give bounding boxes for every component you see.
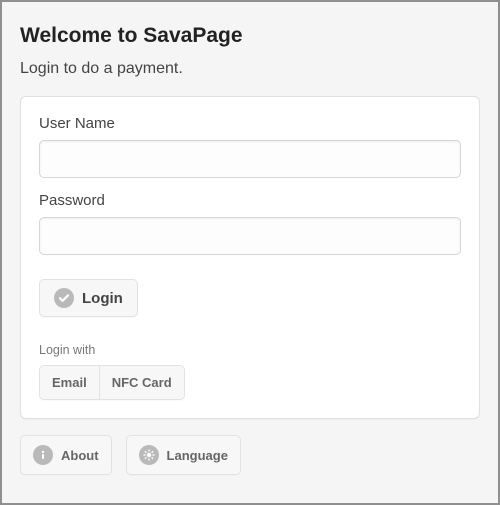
username-input[interactable] <box>39 140 461 178</box>
login-with-email-label: Email <box>52 375 87 390</box>
check-icon <box>54 288 74 308</box>
login-with-email-button[interactable]: Email <box>39 365 100 400</box>
page-title: Welcome to SavaPage <box>20 24 480 48</box>
language-label: Language <box>167 448 228 463</box>
login-with-label: Login with <box>39 343 461 357</box>
login-with-nfc-button[interactable]: NFC Card <box>100 365 185 400</box>
about-label: About <box>61 448 99 463</box>
login-with-group: Email NFC Card <box>39 365 185 400</box>
info-icon <box>33 445 53 465</box>
login-card: User Name Password Login Login with Emai… <box>20 96 480 419</box>
login-with-nfc-label: NFC Card <box>112 375 172 390</box>
login-button-label: Login <box>82 290 123 307</box>
footer: About Language <box>20 435 480 475</box>
login-page: Welcome to SavaPage Login to do a paymen… <box>2 2 498 493</box>
username-label: User Name <box>39 115 461 132</box>
login-button[interactable]: Login <box>39 279 138 317</box>
page-subtitle: Login to do a payment. <box>20 60 480 78</box>
gear-icon <box>139 445 159 465</box>
language-button[interactable]: Language <box>126 435 241 475</box>
password-label: Password <box>39 192 461 209</box>
password-input[interactable] <box>39 217 461 255</box>
about-button[interactable]: About <box>20 435 112 475</box>
